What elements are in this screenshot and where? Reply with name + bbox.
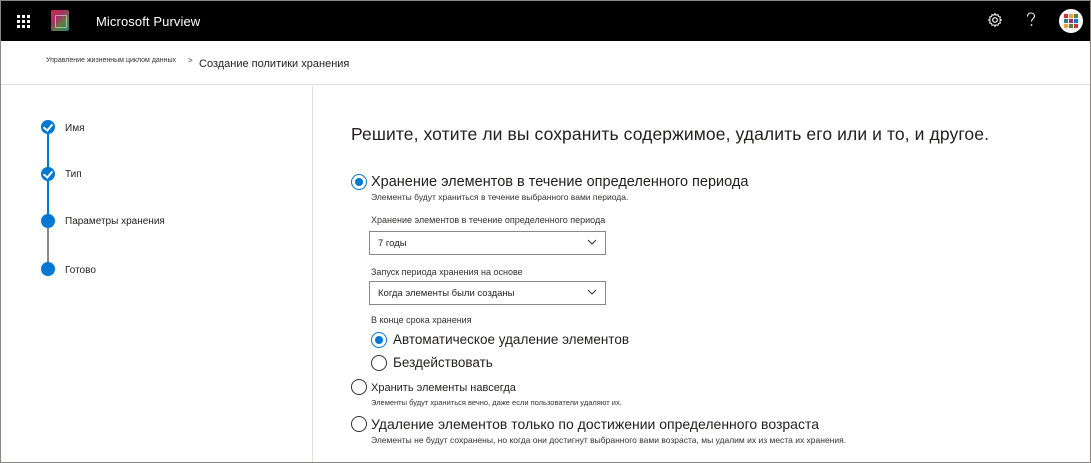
start-based-on-field-label: Запуск периода хранения на основе	[371, 267, 523, 277]
start-based-on-dropdown[interactable]: Когда элементы были созданы	[369, 281, 606, 305]
user-avatar[interactable]	[1059, 9, 1083, 33]
step-current-dot-icon	[41, 214, 55, 228]
step-pending-dot-icon	[41, 262, 55, 276]
help-icon[interactable]	[1024, 11, 1038, 29]
step-complete-check-icon	[41, 120, 55, 134]
step-connector	[47, 134, 49, 169]
do-nothing-label[interactable]: Бездействовать	[393, 355, 493, 370]
delete-only-label[interactable]: Удаление элементов только по достижении …	[371, 416, 819, 432]
page-heading: Решите, хотите ли вы сохранить содержимо…	[351, 124, 990, 144]
purview-logo-icon	[51, 10, 69, 31]
top-navigation-bar: Microsoft Purview	[1, 1, 1090, 41]
chevron-down-icon	[587, 289, 597, 295]
retention-period-field-label: Хранение элементов в течение определенно…	[371, 215, 606, 225]
retain-forever-label[interactable]: Хранить элементы навсегда	[371, 382, 516, 394]
app-title: Microsoft Purview	[96, 14, 201, 29]
delete-only-description: Элементы не будут сохранены, но когда он…	[371, 435, 847, 445]
step-type[interactable]: Тип	[65, 169, 82, 180]
retain-forever-description: Элементы будут храниться вечно, даже есл…	[371, 398, 622, 407]
retain-period-description: Элементы будут храниться в течение выбра…	[371, 192, 629, 202]
app-window: Microsoft Purview Управление жизненным ц…	[0, 0, 1091, 463]
retention-period-dropdown[interactable]: 7 годы	[369, 231, 606, 255]
chevron-down-icon	[587, 239, 597, 245]
step-connector	[47, 181, 49, 216]
step-retention-settings[interactable]: Параметры хранения	[65, 216, 165, 227]
end-of-period-field-label: В конце срока хранения	[371, 315, 472, 325]
retain-forever-radio[interactable]	[351, 379, 367, 395]
do-nothing-radio[interactable]	[371, 355, 387, 371]
breadcrumb-current-page: Создание политики хранения	[199, 58, 350, 70]
auto-delete-label[interactable]: Автоматическое удаление элементов	[393, 332, 629, 347]
auto-delete-radio[interactable]	[371, 332, 387, 348]
delete-only-radio[interactable]	[351, 416, 367, 432]
retain-period-label[interactable]: Хранение элементов в течение определенно…	[371, 174, 748, 190]
breadcrumb-parent-link[interactable]: Управление жизненным циклом данных	[46, 57, 176, 64]
retention-period-value: 7 годы	[378, 238, 407, 249]
step-connector	[47, 228, 49, 264]
step-complete-check-icon	[41, 167, 55, 181]
retain-period-radio[interactable]	[351, 174, 367, 190]
breadcrumb: Управление жизненным циклом данных > Соз…	[1, 41, 1090, 85]
step-finish[interactable]: Готово	[65, 265, 96, 276]
app-launcher-icon[interactable]	[11, 9, 35, 33]
breadcrumb-separator: >	[188, 56, 193, 65]
gear-icon[interactable]	[987, 12, 1003, 30]
step-name[interactable]: Имя	[65, 123, 84, 134]
start-based-on-value: Когда элементы были созданы	[378, 288, 515, 299]
